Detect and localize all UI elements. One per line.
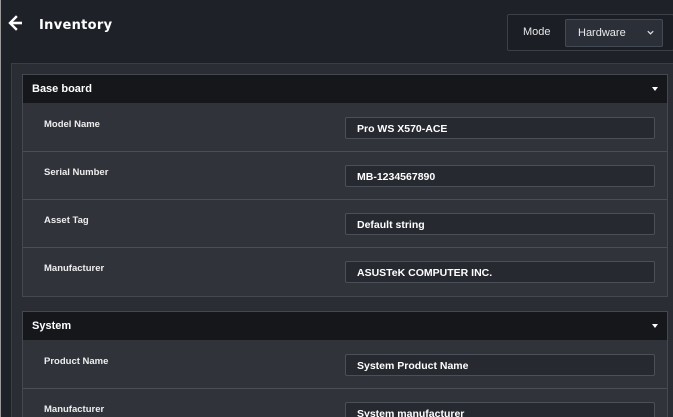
row-value-field: Default string xyxy=(345,213,655,235)
table-row: Manufacturer System manufacturer xyxy=(23,389,667,417)
arrow-left-icon xyxy=(8,15,22,31)
inventory-panel: Base board Model Name Pro WS X570-ACE Se… xyxy=(11,63,673,417)
row-value-field: ASUSTeK COMPUTER INC. xyxy=(345,261,655,283)
mode-select[interactable]: Hardware xyxy=(565,19,663,47)
mode-label: Mode xyxy=(523,26,551,38)
table-row: Product Name System Product Name xyxy=(23,341,667,389)
caret-down-icon xyxy=(652,324,658,328)
inventory-app: Inventory Mode Hardware Base board Model… xyxy=(0,0,673,417)
section-header-system[interactable]: System xyxy=(23,312,667,340)
row-label: Model Name xyxy=(44,119,100,130)
row-value-field: System manufacturer xyxy=(345,402,655,417)
caret-down-icon xyxy=(652,87,658,91)
row-label: Serial Number xyxy=(44,167,109,178)
chevron-down-icon xyxy=(647,30,654,35)
section-system: System Product Name System Product Name … xyxy=(22,311,668,417)
section-title: System xyxy=(32,320,72,332)
row-value: Default string xyxy=(357,219,425,231)
mode-select-value: Hardware xyxy=(578,27,626,39)
table-row: Asset Tag Default string xyxy=(23,200,667,248)
row-label: Asset Tag xyxy=(44,215,89,226)
top-bar: Inventory Mode Hardware xyxy=(1,0,673,56)
row-label: Manufacturer xyxy=(44,404,105,415)
section-base-board: Base board Model Name Pro WS X570-ACE Se… xyxy=(22,74,668,297)
page-title: Inventory xyxy=(39,18,113,33)
row-value: MB-1234567890 xyxy=(357,171,436,183)
row-value: System Product Name xyxy=(357,360,469,372)
row-label: Manufacturer xyxy=(44,263,105,274)
table-row: Serial Number MB-1234567890 xyxy=(23,152,667,200)
row-label: Product Name xyxy=(44,356,109,367)
section-header-base-board[interactable]: Base board xyxy=(23,75,667,103)
row-value-field: MB-1234567890 xyxy=(345,165,655,187)
row-value-field: System Product Name xyxy=(345,354,655,376)
row-value: System manufacturer xyxy=(357,408,465,417)
table-row: Manufacturer ASUSTeK COMPUTER INC. xyxy=(23,248,667,295)
section-title: Base board xyxy=(32,83,92,95)
row-value: Pro WS X570-ACE xyxy=(357,123,448,135)
row-value-field: Pro WS X570-ACE xyxy=(345,117,655,139)
table-row: Model Name Pro WS X570-ACE xyxy=(23,104,667,152)
back-button[interactable] xyxy=(7,14,25,32)
mode-control: Mode Hardware xyxy=(507,14,673,51)
row-value: ASUSTeK COMPUTER INC. xyxy=(357,267,493,279)
